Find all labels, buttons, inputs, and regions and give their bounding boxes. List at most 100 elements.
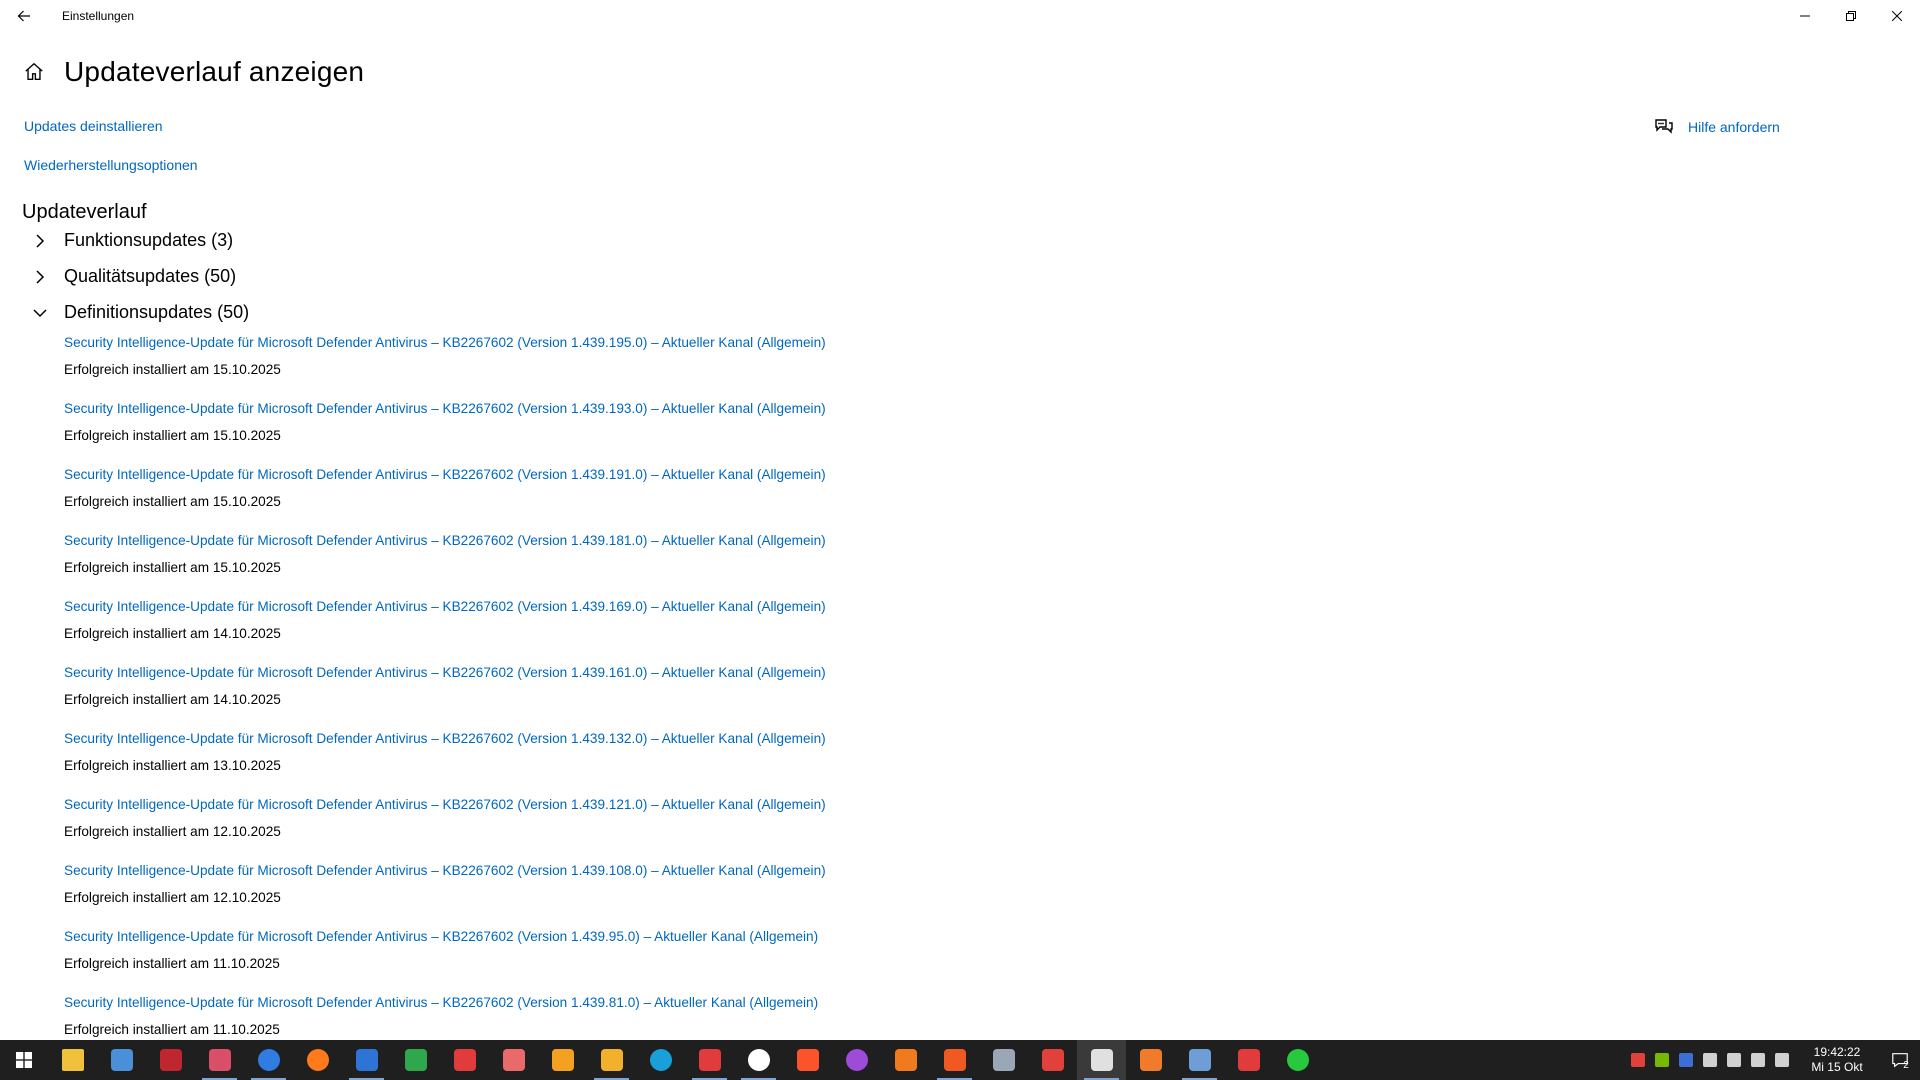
list-item: Security Intelligence-Update für Microso… bbox=[64, 862, 964, 928]
update-title-link[interactable]: Security Intelligence-Update für Microso… bbox=[64, 664, 964, 682]
taskbar-app-button[interactable] bbox=[636, 1040, 685, 1080]
taskbar-app-button[interactable] bbox=[391, 1040, 440, 1080]
windows-logo-icon bbox=[16, 1052, 32, 1068]
taskbar-app-button[interactable] bbox=[783, 1040, 832, 1080]
file-explorer-icon bbox=[61, 1049, 84, 1071]
taskbar-app-button[interactable] bbox=[685, 1040, 734, 1080]
update-status: Erfolgreich installiert am 14.10.2025 bbox=[64, 626, 281, 641]
recovery-options-link[interactable]: Wiederherstellungsoptionen bbox=[24, 157, 198, 173]
taskbar-app-button[interactable] bbox=[440, 1040, 489, 1080]
taskbar-app-button[interactable] bbox=[1028, 1040, 1077, 1080]
group-feature-updates[interactable]: Funktionsupdates (3) bbox=[30, 230, 233, 251]
red-app-icon bbox=[159, 1049, 182, 1071]
taskbar-apps bbox=[48, 1040, 1322, 1080]
tray-button[interactable] bbox=[1746, 1040, 1770, 1080]
cancel-app-icon bbox=[1041, 1049, 1064, 1071]
taskbar-app-button[interactable] bbox=[979, 1040, 1028, 1080]
update-title-link[interactable]: Security Intelligence-Update für Microso… bbox=[64, 862, 964, 880]
update-status: Erfolgreich installiert am 15.10.2025 bbox=[64, 494, 281, 509]
taskbar-app-button[interactable] bbox=[587, 1040, 636, 1080]
writer-doc-icon bbox=[355, 1049, 378, 1071]
restore-icon bbox=[1846, 11, 1856, 21]
minimize-button[interactable] bbox=[1782, 0, 1828, 32]
tray-button[interactable] bbox=[1698, 1040, 1722, 1080]
restore-button[interactable] bbox=[1828, 0, 1874, 32]
taskbar-app-button[interactable] bbox=[146, 1040, 195, 1080]
avast-style-icon bbox=[894, 1049, 917, 1071]
clock-time: 19:42:22 bbox=[1813, 1045, 1861, 1059]
update-title-link[interactable]: Security Intelligence-Update für Microso… bbox=[64, 994, 964, 1012]
system-tray: 19:42:22 Mi 15 Okt 2 bbox=[1626, 1040, 1920, 1080]
taskbar-app-button[interactable] bbox=[97, 1040, 146, 1080]
home-icon[interactable] bbox=[22, 60, 46, 84]
update-title-link[interactable]: Security Intelligence-Update für Microso… bbox=[64, 928, 964, 946]
image-viewer-icon bbox=[1188, 1049, 1211, 1071]
update-status: Erfolgreich installiert am 15.10.2025 bbox=[64, 560, 281, 575]
tray-button[interactable] bbox=[1650, 1040, 1674, 1080]
taskbar-app-button[interactable] bbox=[489, 1040, 538, 1080]
orange-square-icon bbox=[943, 1049, 966, 1071]
notification-button[interactable]: 2 bbox=[1880, 1040, 1920, 1080]
pen-tray-icon bbox=[1727, 1053, 1741, 1067]
group-definition-updates[interactable]: Definitionsupdates (50) bbox=[30, 302, 249, 323]
taskbar-app-button[interactable] bbox=[881, 1040, 930, 1080]
tools-app-icon bbox=[453, 1049, 476, 1071]
shield-tray-icon bbox=[1631, 1053, 1645, 1067]
group-label: Funktionsupdates (3) bbox=[64, 230, 234, 250]
list-item: Security Intelligence-Update für Microso… bbox=[64, 796, 964, 862]
edge-icon bbox=[649, 1049, 672, 1071]
update-title-link[interactable]: Security Intelligence-Update für Microso… bbox=[64, 400, 964, 418]
get-help-label[interactable]: Hilfe anfordern bbox=[1688, 119, 1780, 135]
get-help-link[interactable]: Hilfe anfordern bbox=[1654, 118, 1780, 136]
taskbar-app-button[interactable] bbox=[1077, 1040, 1126, 1080]
update-title-link[interactable]: Security Intelligence-Update für Microso… bbox=[64, 730, 964, 748]
spreadsheet-icon bbox=[404, 1049, 427, 1071]
eye-app-icon bbox=[208, 1049, 231, 1071]
arrow-left-icon bbox=[17, 10, 30, 22]
chat-help-icon bbox=[1655, 119, 1673, 134]
back-button[interactable] bbox=[0, 0, 48, 32]
uninstall-updates-link[interactable]: Updates deinstallieren bbox=[24, 118, 163, 134]
update-title-link[interactable]: Security Intelligence-Update für Microso… bbox=[64, 334, 964, 352]
taskbar-app-button[interactable] bbox=[1224, 1040, 1273, 1080]
taskbar-app-button[interactable] bbox=[244, 1040, 293, 1080]
tray-button[interactable] bbox=[1674, 1040, 1698, 1080]
close-button[interactable] bbox=[1874, 0, 1920, 32]
update-status: Erfolgreich installiert am 14.10.2025 bbox=[64, 692, 281, 707]
list-item: Security Intelligence-Update für Microso… bbox=[64, 532, 964, 598]
brave-icon bbox=[796, 1049, 819, 1071]
taskbar-app-button[interactable] bbox=[293, 1040, 342, 1080]
taskbar-app-button[interactable] bbox=[1126, 1040, 1175, 1080]
taskbar-app-button[interactable] bbox=[48, 1040, 97, 1080]
nvidia-tray-icon bbox=[1655, 1053, 1669, 1067]
taskbar-app-button[interactable] bbox=[734, 1040, 783, 1080]
update-title-link[interactable]: Security Intelligence-Update für Microso… bbox=[64, 532, 964, 550]
taskbar-app-button[interactable] bbox=[930, 1040, 979, 1080]
chevron-right-icon bbox=[30, 267, 50, 287]
tray-button[interactable] bbox=[1770, 1040, 1794, 1080]
tray-icons bbox=[1626, 1040, 1794, 1080]
start-button[interactable] bbox=[0, 1040, 48, 1080]
update-title-link[interactable]: Security Intelligence-Update für Microso… bbox=[64, 796, 964, 814]
opera-style-icon bbox=[698, 1049, 721, 1071]
taskbar-app-button[interactable] bbox=[1175, 1040, 1224, 1080]
tray-button[interactable] bbox=[1626, 1040, 1650, 1080]
chevron-right-icon bbox=[30, 231, 50, 251]
taskbar-app-button[interactable] bbox=[538, 1040, 587, 1080]
group-quality-updates[interactable]: Qualitätsupdates (50) bbox=[30, 266, 236, 287]
taskbar-app-button[interactable] bbox=[342, 1040, 391, 1080]
close-icon bbox=[1892, 11, 1902, 21]
update-title-link[interactable]: Security Intelligence-Update für Microso… bbox=[64, 466, 964, 484]
taskbar-app-button[interactable] bbox=[1273, 1040, 1322, 1080]
clock[interactable]: 19:42:22 Mi 15 Okt bbox=[1802, 1045, 1872, 1075]
list-item: Security Intelligence-Update für Microso… bbox=[64, 334, 964, 400]
usb-tray-icon bbox=[1703, 1053, 1717, 1067]
update-status: Erfolgreich installiert am 12.10.2025 bbox=[64, 824, 281, 839]
taskbar-app-button[interactable] bbox=[832, 1040, 881, 1080]
update-title-link[interactable]: Security Intelligence-Update für Microso… bbox=[64, 598, 964, 616]
list-item: Security Intelligence-Update für Microso… bbox=[64, 400, 964, 466]
tor-style-icon bbox=[845, 1049, 868, 1071]
orange-app-icon bbox=[1139, 1049, 1162, 1071]
tray-button[interactable] bbox=[1722, 1040, 1746, 1080]
taskbar-app-button[interactable] bbox=[195, 1040, 244, 1080]
